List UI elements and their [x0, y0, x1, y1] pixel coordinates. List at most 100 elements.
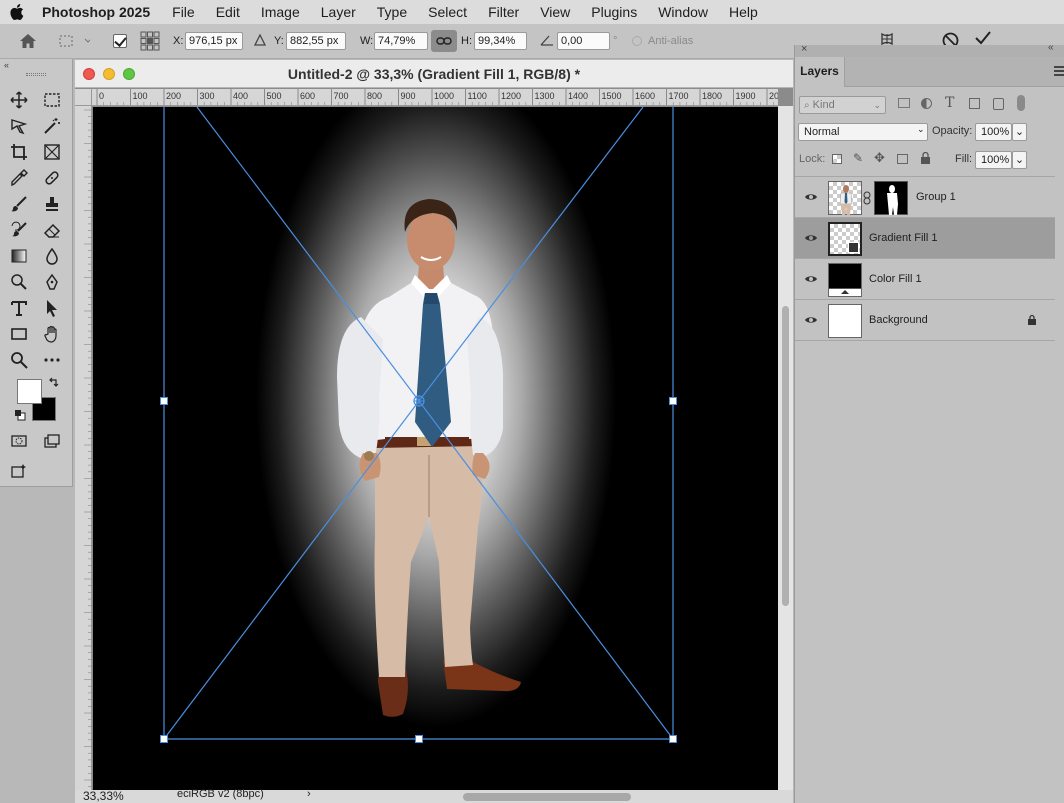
- crop-tool-icon[interactable]: [7, 140, 31, 164]
- lock-transparent-icon[interactable]: [832, 154, 842, 164]
- eye-icon[interactable]: [804, 233, 818, 243]
- lock-position-icon[interactable]: ✥: [874, 150, 885, 166]
- lock-artboard-icon[interactable]: [897, 154, 908, 164]
- layer-name[interactable]: Gradient Fill 1: [869, 218, 937, 259]
- panel-collapse-icon[interactable]: «: [1048, 42, 1054, 53]
- layer-row-background[interactable]: Background: [795, 300, 1055, 341]
- move-tool-icon[interactable]: [7, 88, 31, 112]
- filter-adjustment-icon[interactable]: [921, 98, 932, 109]
- brush-tool-icon[interactable]: [7, 192, 31, 216]
- lock-image-icon[interactable]: ✎: [853, 151, 863, 165]
- eyedropper-tool-icon[interactable]: [7, 166, 31, 190]
- frame-tool-icon[interactable]: [40, 140, 64, 164]
- menu-view[interactable]: View: [540, 4, 570, 20]
- menu-layer[interactable]: Layer: [321, 4, 356, 20]
- filter-shape-icon[interactable]: [969, 98, 980, 109]
- pen-tool-icon[interactable]: [40, 270, 64, 294]
- document-canvas[interactable]: [93, 107, 778, 791]
- layer-mask-thumbnail[interactable]: [874, 181, 908, 215]
- vertical-ruler[interactable]: [75, 106, 92, 790]
- fill-dropdown-button[interactable]: ⌄: [1012, 151, 1027, 169]
- menu-edit[interactable]: Edit: [216, 4, 240, 20]
- vertical-scroll-thumb[interactable]: [782, 306, 789, 606]
- opacity-dropdown-button[interactable]: ⌄: [1012, 123, 1027, 141]
- generative-fill-icon[interactable]: [7, 459, 31, 483]
- close-window-button[interactable]: [83, 68, 95, 80]
- gradient-tool-icon[interactable]: [7, 244, 31, 268]
- angle-field[interactable]: 0,00: [557, 32, 610, 50]
- layer-row-gradient-fill-1[interactable]: Gradient Fill 1: [795, 218, 1055, 259]
- x-position-field[interactable]: 976,15 px: [185, 32, 243, 50]
- horizontal-ruler[interactable]: 0 100 200 300 400 500 600 700 800 900 1000 1100 1200…: [92, 89, 778, 106]
- blend-mode-select[interactable]: Normal: [798, 123, 928, 141]
- y-position-field[interactable]: 882,55 px: [286, 32, 346, 50]
- menu-window[interactable]: Window: [658, 4, 708, 20]
- opacity-field[interactable]: 100%: [975, 123, 1012, 141]
- layer-name[interactable]: Color Fill 1: [869, 259, 922, 300]
- fill-field[interactable]: 100%: [975, 151, 1012, 169]
- panel-close-icon[interactable]: ×: [801, 43, 807, 55]
- toolbar-grip[interactable]: [26, 73, 46, 76]
- zoom-tool-icon[interactable]: [7, 348, 31, 372]
- foreground-color-swatch[interactable]: [17, 379, 42, 404]
- eye-icon[interactable]: [804, 315, 818, 325]
- transform-bounding-box[interactable]: [93, 107, 778, 791]
- status-chevron-icon[interactable]: ›: [307, 788, 311, 800]
- delta-icon[interactable]: [253, 33, 267, 49]
- lock-icon[interactable]: [1027, 314, 1037, 329]
- more-tools-icon[interactable]: [40, 348, 64, 372]
- eye-icon[interactable]: [804, 274, 818, 284]
- marquee-tool-icon[interactable]: [40, 88, 64, 112]
- zoom-level[interactable]: 33,33%: [83, 789, 124, 803]
- link-proportions-icon[interactable]: [431, 30, 457, 52]
- history-brush-tool-icon[interactable]: [7, 218, 31, 242]
- transform-handle-bottom[interactable]: [415, 735, 423, 743]
- quick-mask-icon[interactable]: [7, 429, 31, 453]
- menu-plugins[interactable]: Plugins: [591, 4, 637, 20]
- path-selection-tool-icon[interactable]: [40, 296, 64, 320]
- type-tool-icon[interactable]: [7, 296, 31, 320]
- layer-row-group-1[interactable]: Group 1: [795, 177, 1055, 218]
- transform-handle-left[interactable]: [160, 397, 168, 405]
- eraser-tool-icon[interactable]: [40, 218, 64, 242]
- filter-pixel-icon[interactable]: [898, 98, 910, 108]
- menu-image[interactable]: Image: [261, 4, 300, 20]
- swap-colors-icon[interactable]: [48, 377, 60, 392]
- lasso-tool-icon[interactable]: [7, 114, 31, 138]
- filter-smart-object-icon[interactable]: [993, 98, 1004, 110]
- transform-handle-right[interactable]: [669, 397, 677, 405]
- antialias-checkbox[interactable]: [632, 36, 642, 46]
- filter-toggle-icon[interactable]: [1017, 95, 1025, 111]
- menu-type[interactable]: Type: [377, 4, 407, 20]
- ruler-origin[interactable]: [75, 89, 92, 106]
- layer-row-color-fill-1[interactable]: Color Fill 1: [795, 259, 1055, 300]
- layer-name[interactable]: Background: [869, 300, 928, 341]
- healing-brush-tool-icon[interactable]: [40, 166, 64, 190]
- panel-menu-icon[interactable]: [1054, 66, 1064, 76]
- blur-tool-icon[interactable]: [40, 244, 64, 268]
- magic-wand-tool-icon[interactable]: [40, 114, 64, 138]
- eye-icon[interactable]: [804, 192, 818, 202]
- transform-handle-bottom-right[interactable]: [669, 735, 677, 743]
- link-icon[interactable]: [863, 191, 871, 208]
- transform-tool-icon[interactable]: [58, 33, 92, 52]
- reference-point-grid-icon[interactable]: [140, 31, 160, 54]
- width-field[interactable]: 74,79%: [374, 32, 428, 50]
- home-icon[interactable]: [19, 33, 37, 52]
- menu-help[interactable]: Help: [729, 4, 758, 20]
- minimize-window-button[interactable]: [103, 68, 115, 80]
- layer-filter-kind-select[interactable]: ⌕ Kind ⌄: [799, 96, 886, 114]
- menu-file[interactable]: File: [172, 4, 195, 20]
- vertical-scrollbar[interactable]: [778, 106, 793, 790]
- hand-tool-icon[interactable]: [40, 322, 64, 346]
- screen-mode-icon[interactable]: [40, 429, 64, 453]
- lock-all-icon[interactable]: [920, 151, 931, 167]
- apple-icon[interactable]: [0, 4, 34, 20]
- layer-name[interactable]: Group 1: [916, 177, 956, 218]
- menu-filter[interactable]: Filter: [488, 4, 519, 20]
- transform-handle-bottom-left[interactable]: [160, 735, 168, 743]
- horizontal-scroll-thumb[interactable]: [463, 793, 631, 801]
- menu-select[interactable]: Select: [428, 4, 467, 20]
- toolbar-collapse-icon[interactable]: «: [4, 60, 9, 70]
- menu-app-name[interactable]: Photoshop 2025: [42, 4, 150, 20]
